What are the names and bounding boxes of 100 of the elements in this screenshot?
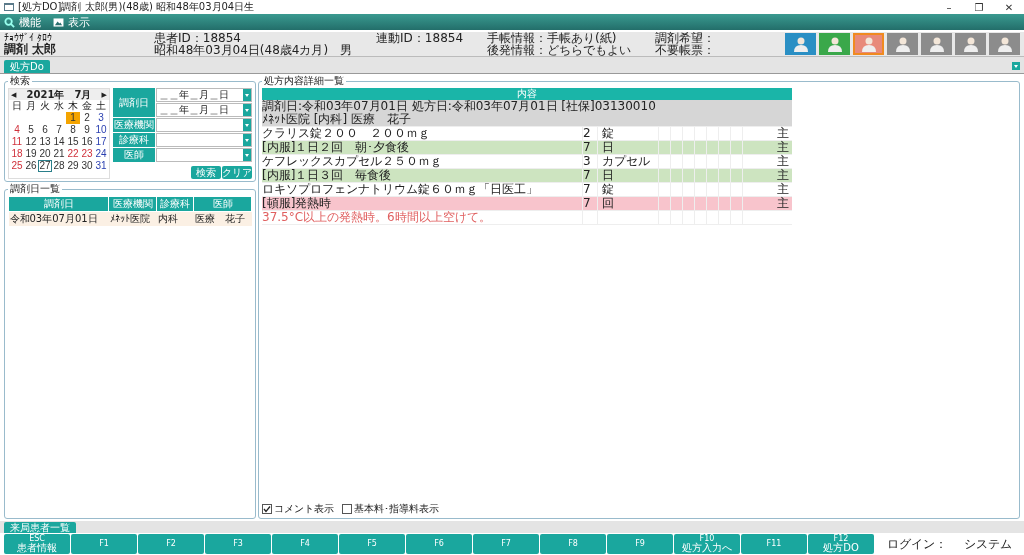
weekday-label: 日 — [11, 100, 23, 112]
toolbar-button[interactable] — [853, 33, 884, 55]
toolbar-button[interactable] — [819, 33, 850, 55]
info-text: 患者ID：18854 — [154, 32, 242, 44]
close-button[interactable]: ✕ — [994, 1, 1024, 13]
login-label: ログイン： — [887, 535, 947, 553]
table-cell: 回 — [597, 197, 658, 210]
info-text: 不要帳票： — [655, 44, 716, 56]
calendar-month: 2021年 7月 — [26, 89, 92, 100]
calendar-day[interactable]: 10 — [94, 124, 108, 136]
calendar-day[interactable]: 15 — [66, 136, 80, 148]
table-cell: 7 — [582, 169, 597, 182]
dropdown-field[interactable] — [156, 133, 252, 147]
checkbox-label[interactable]: 基本料･指導料表示 — [354, 502, 439, 516]
calendar-day[interactable]: 9 — [80, 124, 94, 136]
login-user: システム — [964, 535, 1012, 553]
toolbar-button[interactable] — [921, 33, 952, 55]
table-cell-text: [内服]１日２回 朝･夕食後 — [262, 141, 411, 154]
minimize-button[interactable]: – — [934, 1, 964, 13]
checkbox[interactable] — [262, 504, 272, 514]
calendar-day[interactable]: 19 — [24, 148, 38, 160]
field-label: 医師 — [113, 148, 155, 162]
weekday-label: 金 — [82, 100, 93, 112]
toolbar-button[interactable] — [785, 33, 816, 55]
toolbar-button[interactable] — [955, 33, 986, 55]
calendar-day[interactable]: 22 — [66, 148, 80, 160]
weekday-label: 土 — [95, 100, 107, 112]
prescription-info: 調剤日:令和03年07月01日 処方日:令和03年07月01日 [社保]03130010 — [262, 100, 657, 113]
calendar-day[interactable]: 28 — [52, 160, 66, 172]
calendar-day[interactable]: 12 — [24, 136, 38, 148]
menu-item[interactable]: 機能 — [4, 14, 41, 30]
calendar-day[interactable]: 21 — [52, 148, 66, 160]
calendar-day[interactable]: 1 — [66, 112, 80, 124]
column-header: 医師 — [193, 196, 252, 212]
calendar-day[interactable]: 14 — [52, 136, 66, 148]
table-cell: 7 — [582, 183, 597, 196]
calendar-day[interactable]: 11 — [10, 136, 24, 148]
info-text: 昭和48年03月04日(48歳4カ月) 男 — [154, 44, 353, 56]
toolbar-button[interactable] — [887, 33, 918, 55]
weekday-label: 水 — [54, 100, 65, 112]
calendar-day[interactable]: 18 — [10, 148, 24, 160]
comment-text: 37.5°C以上の発熱時。6時間以上空けて。 — [262, 211, 492, 224]
table-cell: 主 — [742, 155, 792, 168]
table-cell: 7 — [582, 141, 597, 154]
table-cell: 3 — [582, 155, 597, 168]
checkbox[interactable] — [342, 504, 352, 514]
calendar-day[interactable]: 16 — [80, 136, 94, 148]
calendar-day[interactable]: 17 — [94, 136, 108, 148]
window-title: [処方DO]調剤 太郎(男)(48歳) 昭和48年03月04日生 — [18, 0, 255, 14]
patient-kana: ﾁｮｳｻﾞｲ ﾀﾛｳ — [4, 32, 53, 43]
calendar-day[interactable]: 3 — [94, 112, 108, 124]
table-cell-text: [頓服]発熱時 — [262, 197, 333, 210]
calendar-day[interactable]: 13 — [38, 136, 52, 148]
search-icon — [4, 16, 15, 28]
checkbox-label[interactable]: コメント表示 — [274, 502, 334, 516]
maximize-button[interactable]: ❐ — [964, 1, 994, 13]
collapse-icon — [1012, 62, 1020, 70]
table-cell-text: ロキソプロフェンナトリウム錠６０ｍｇ「日医工」 — [262, 183, 539, 196]
field-label: 調剤日 — [113, 88, 155, 117]
app-icon — [4, 3, 14, 11]
table-cell-text: ケフレックスカプセル２５０ｍｇ — [262, 155, 443, 168]
table-cell: 7 — [582, 197, 597, 210]
image-icon — [53, 17, 64, 27]
calendar-day[interactable]: 29 — [66, 160, 80, 172]
calendar-day[interactable]: 26 — [24, 160, 38, 172]
weekday-label: 月 — [25, 100, 37, 112]
table-cell-text: クラリス錠２００ ２００ｍｇ — [262, 127, 431, 140]
calendar-day[interactable]: 5 — [24, 124, 38, 136]
info-text: 後発情報：どちらでもよい — [487, 44, 632, 56]
column-header: 診療科 — [156, 196, 194, 212]
calendar-day[interactable]: 6 — [38, 124, 52, 136]
table-cell: 日 — [597, 169, 658, 182]
dropdown-field[interactable] — [156, 148, 252, 162]
calendar-day[interactable]: 25 — [10, 160, 24, 172]
calendar-day[interactable]: 20 — [38, 148, 52, 160]
calendar-day[interactable]: 2 — [80, 112, 94, 124]
weekday-label: 火 — [39, 100, 51, 112]
table-cell: 錠 — [597, 183, 658, 196]
info-text: 連動ID：18854 — [376, 32, 464, 44]
field-label: 診療科 — [113, 133, 155, 147]
dropdown-field[interactable] — [156, 118, 252, 132]
column-header: 調剤日 — [8, 196, 109, 212]
calendar-day[interactable]: 30 — [80, 160, 94, 172]
toolbar-button[interactable] — [989, 33, 1020, 55]
table-cell: 錠 — [597, 127, 658, 140]
column-header: 内容 — [262, 88, 792, 100]
calendar-day[interactable]: 4 — [10, 124, 24, 136]
calendar-day[interactable]: 27 — [38, 160, 52, 172]
calendar-day[interactable]: 31 — [94, 160, 108, 172]
calendar-day[interactable]: 23 — [80, 148, 94, 160]
table-cell: 主 — [742, 141, 792, 154]
calendar-day[interactable]: 24 — [94, 148, 108, 160]
calendar-day[interactable]: 7 — [52, 124, 66, 136]
group-title: 処方内容詳細一覧 — [263, 76, 345, 86]
dropdown-field[interactable]: ＿＿年＿月＿日 — [156, 103, 252, 117]
weekday-label: 木 — [67, 100, 79, 112]
info-text: 手帳情報：手帳あり(紙) — [487, 32, 618, 44]
calendar-day[interactable]: 8 — [66, 124, 80, 136]
dropdown-field[interactable]: ＿＿年＿月＿日 — [156, 88, 252, 102]
menu-item[interactable]: 表示 — [53, 14, 90, 30]
